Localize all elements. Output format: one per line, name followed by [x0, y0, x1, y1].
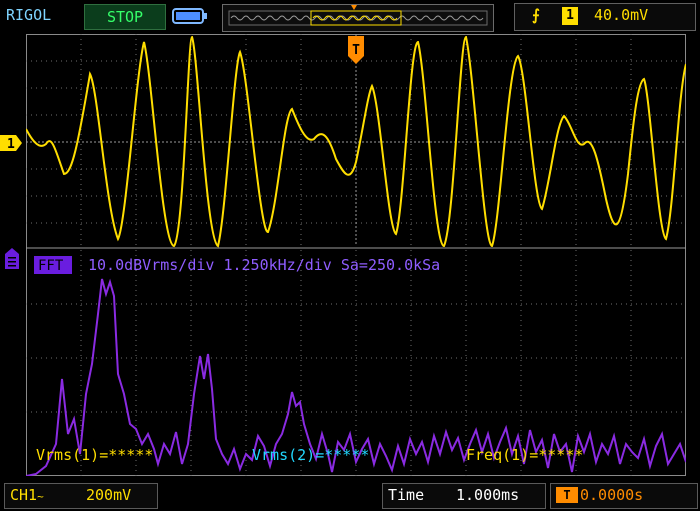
trigger-offset-value[interactable]: 0.0000s [580, 484, 643, 506]
memory-depth-bar [222, 4, 494, 32]
trigger-position-icon [351, 5, 357, 10]
trigger-marker-label: T [352, 43, 360, 58]
measurement-vrms1[interactable]: Vrms(1)=***** [36, 446, 153, 464]
trigger-source-badge: 1 [562, 7, 578, 25]
run-stop-status[interactable]: STOP [84, 4, 166, 30]
fft-tag: FFT [38, 258, 64, 274]
measurement-vrms2[interactable]: Vrms(2)=***** [252, 446, 369, 464]
scope-display[interactable]: T FFT 10.0dBVrms/div 1.250kHz/div Sa=250… [26, 34, 686, 476]
svg-text:1: 1 [7, 137, 15, 152]
timebase-value[interactable]: 1.000ms [456, 484, 519, 506]
memory-depth-icon [228, 5, 488, 26]
brand-logo: RIGOL [6, 6, 52, 24]
trigger-edge-icon: ⨍ [532, 6, 540, 24]
ch1-ground-marker[interactable]: 1 [0, 134, 24, 152]
trigger-offset-icon: T [556, 487, 578, 503]
ch1-label: CH1~ [10, 486, 44, 504]
fft-channel-marker-icon[interactable] [4, 248, 20, 270]
timebase-label: Time [388, 486, 425, 504]
coupling-icon: ~ [37, 490, 44, 503]
fft-info: 10.0dBVrms/div 1.250kHz/div Sa=250.0kSa [88, 256, 440, 274]
battery-icon [172, 8, 207, 24]
trigger-level: 40.0mV [594, 6, 649, 24]
ch1-volts-div[interactable]: 200mV [86, 484, 131, 506]
measurement-freq1[interactable]: Freq(1)=***** [466, 446, 583, 464]
